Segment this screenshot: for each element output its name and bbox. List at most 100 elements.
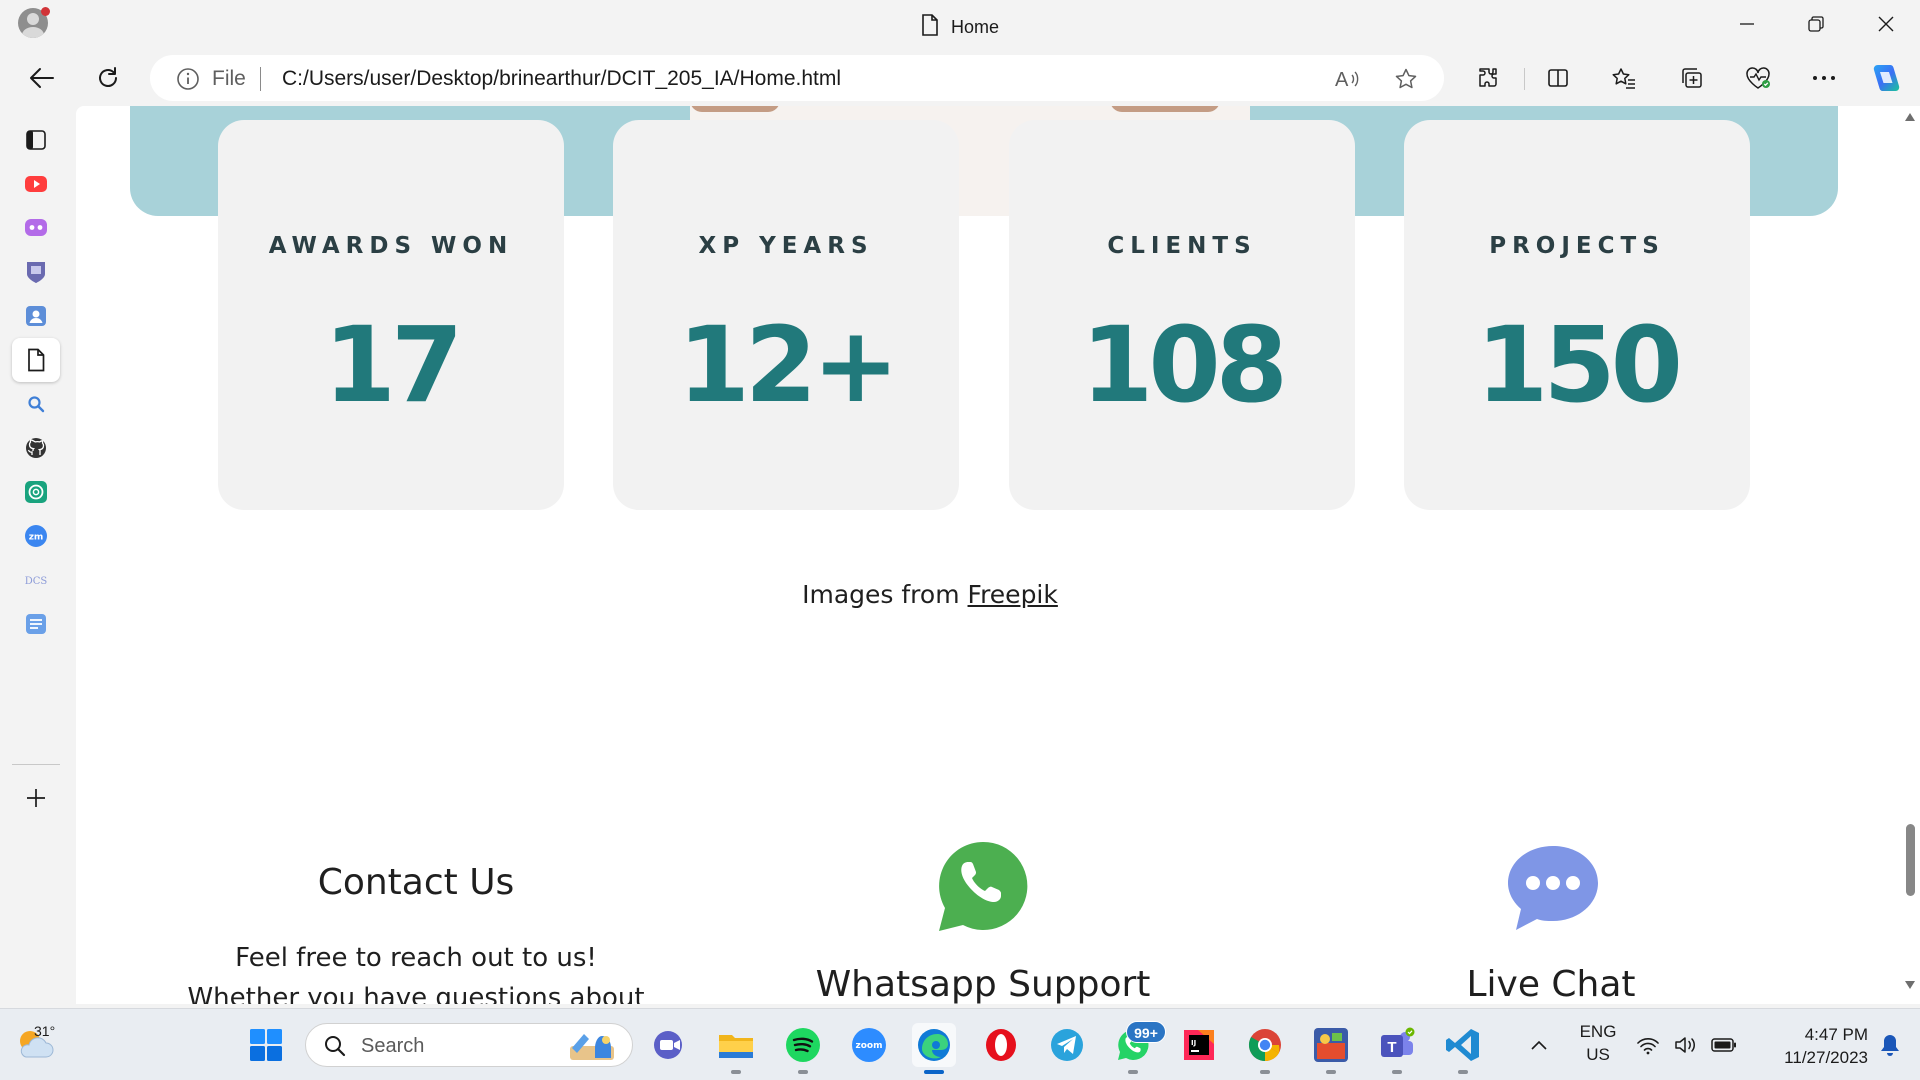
- live-chat-icon[interactable]: [1504, 842, 1602, 934]
- windows-taskbar: 31° Search zoom 99+ IJ T ENG US 4:47 PM …: [0, 1008, 1920, 1080]
- running-indicator: [798, 1070, 808, 1074]
- svg-text:zoom: zoom: [856, 1041, 883, 1051]
- file-explorer-icon[interactable]: [714, 1023, 758, 1074]
- stat-card-xp-years: XP YEARS 12+: [613, 120, 959, 510]
- edge-browser-icon[interactable]: [912, 1023, 956, 1074]
- stat-label: CLIENTS: [1107, 233, 1257, 259]
- add-sidebar-app-icon[interactable]: [12, 776, 60, 820]
- zoom-icon[interactable]: zm: [12, 514, 60, 558]
- chrome-icon[interactable]: [1243, 1023, 1287, 1074]
- language-indicator[interactable]: ENG: [1573, 1022, 1623, 1042]
- telegram-icon[interactable]: [1045, 1023, 1089, 1067]
- collections-button[interactable]: [1674, 60, 1710, 96]
- settings-more-button[interactable]: [1806, 60, 1842, 96]
- running-indicator: [1260, 1070, 1270, 1074]
- github-icon[interactable]: [12, 426, 60, 470]
- running-indicator: [1326, 1070, 1336, 1074]
- svg-text:T: T: [1387, 1039, 1396, 1056]
- stat-card-projects: PROJECTS 150: [1404, 120, 1750, 510]
- search-highlight-art-icon: [570, 1034, 614, 1060]
- running-indicator: [1458, 1070, 1468, 1074]
- minimize-button[interactable]: [1729, 8, 1765, 40]
- address-bar[interactable]: File C:/Users/user/Desktop/brinearthur/D…: [150, 55, 1444, 101]
- active-indicator: [924, 1070, 944, 1074]
- whatsapp-icon[interactable]: [934, 838, 1032, 936]
- extensions-button[interactable]: [1470, 60, 1506, 96]
- search-icon: [325, 1036, 346, 1057]
- contact-us-heading: Contact Us: [317, 862, 515, 903]
- stat-value: 17: [323, 304, 464, 426]
- refresh-button[interactable]: [90, 60, 126, 96]
- svg-text:A: A: [1335, 69, 1349, 90]
- university-icon[interactable]: [12, 250, 60, 294]
- whatsapp-unread-badge: 99+: [1126, 1021, 1166, 1043]
- stat-card-clients: CLIENTS 108: [1009, 120, 1355, 510]
- notes-icon[interactable]: [12, 602, 60, 646]
- url-text[interactable]: C:/Users/user/Desktop/brinearthur/DCIT_2…: [282, 67, 841, 91]
- stat-label: PROJECTS: [1489, 233, 1665, 259]
- hero-arm-right: [1110, 106, 1220, 112]
- copilot-icon[interactable]: [12, 206, 60, 250]
- clock[interactable]: 4:47 PM 11/27/2023: [1752, 1023, 1868, 1069]
- scrollbar-thumb[interactable]: [1906, 824, 1915, 896]
- toolbar-separator: [1524, 68, 1525, 90]
- opera-icon[interactable]: [979, 1023, 1023, 1067]
- battery-icon[interactable]: [1706, 1023, 1742, 1067]
- spotify-icon[interactable]: [781, 1023, 825, 1074]
- clock-time: 4:47 PM: [1804, 1025, 1868, 1044]
- whatsapp-support-heading: Whatsapp Support: [815, 964, 1151, 1004]
- contact-us-text: Feel free to reach out to us! Whether yo…: [187, 943, 645, 1004]
- close-button[interactable]: [1868, 8, 1904, 40]
- window-title: Home: [0, 14, 1920, 41]
- page-scrollbar[interactable]: [1900, 106, 1920, 1004]
- zoom-app-icon[interactable]: zoom: [847, 1023, 891, 1067]
- scroll-up-arrow-icon[interactable]: [1904, 112, 1916, 122]
- document-icon[interactable]: [12, 338, 60, 382]
- favorite-star-icon[interactable]: [1392, 65, 1420, 93]
- stat-value: 108: [1080, 304, 1288, 426]
- game-app-icon[interactable]: [1309, 1023, 1353, 1074]
- chatgpt-icon[interactable]: [12, 470, 60, 514]
- start-button[interactable]: [244, 1023, 288, 1067]
- favorites-button[interactable]: [1606, 60, 1642, 96]
- browser-essentials-button[interactable]: [1740, 60, 1776, 96]
- navigation-toolbar: File C:/Users/user/Desktop/brinearthur/D…: [0, 50, 1920, 106]
- notification-bell-icon[interactable]: [1872, 1023, 1908, 1067]
- title-bar: Home: [0, 0, 1920, 50]
- intellij-idea-icon[interactable]: IJ: [1177, 1023, 1221, 1067]
- vertical-sidebar: zm DCS: [0, 106, 76, 1008]
- restore-button[interactable]: [1798, 8, 1834, 40]
- freepik-link[interactable]: Freepik: [968, 580, 1058, 609]
- dcit-icon[interactable]: DCS: [12, 558, 60, 602]
- volume-icon[interactable]: [1668, 1023, 1704, 1067]
- tab-actions-icon[interactable]: [12, 118, 60, 162]
- scheme-label: File: [212, 67, 246, 90]
- show-hidden-icons-chevron-icon[interactable]: [1517, 1023, 1561, 1067]
- taskbar-search[interactable]: Search: [305, 1023, 633, 1067]
- search-icon[interactable]: [12, 382, 60, 426]
- contact-card-icon[interactable]: [12, 294, 60, 338]
- clock-date: 11/27/2023: [1784, 1048, 1868, 1067]
- scroll-down-arrow-icon[interactable]: [1904, 980, 1916, 990]
- svg-text:zm: zm: [29, 533, 44, 543]
- image-credit-text: Images from: [802, 580, 960, 609]
- microsoft-teams-icon[interactable]: T: [1375, 1023, 1419, 1074]
- read-aloud-icon[interactable]: A: [1334, 65, 1362, 93]
- region-indicator[interactable]: US: [1573, 1045, 1623, 1065]
- stat-card-awards: AWARDS WON 17: [218, 120, 564, 510]
- search-placeholder: Search: [361, 1035, 425, 1057]
- page-document-icon: [921, 14, 939, 41]
- wifi-icon[interactable]: [1630, 1023, 1666, 1067]
- split-screen-button[interactable]: [1540, 60, 1576, 96]
- live-chat-heading: Live Chat: [1466, 964, 1636, 1004]
- address-separator: [260, 67, 261, 91]
- hero-arm-left: [690, 106, 780, 112]
- copilot-button[interactable]: [1868, 60, 1904, 96]
- vscode-icon[interactable]: [1441, 1023, 1485, 1074]
- page-viewport[interactable]: AWARDS WON 17 XP YEARS 12+ CLIENTS 108 P…: [76, 106, 1920, 1004]
- youtube-icon[interactable]: [12, 162, 60, 206]
- teams-meet-icon[interactable]: [648, 1023, 692, 1067]
- back-button[interactable]: [24, 60, 60, 96]
- weather-temperature: 31°: [34, 1023, 56, 1039]
- site-info-icon[interactable]: [176, 67, 200, 96]
